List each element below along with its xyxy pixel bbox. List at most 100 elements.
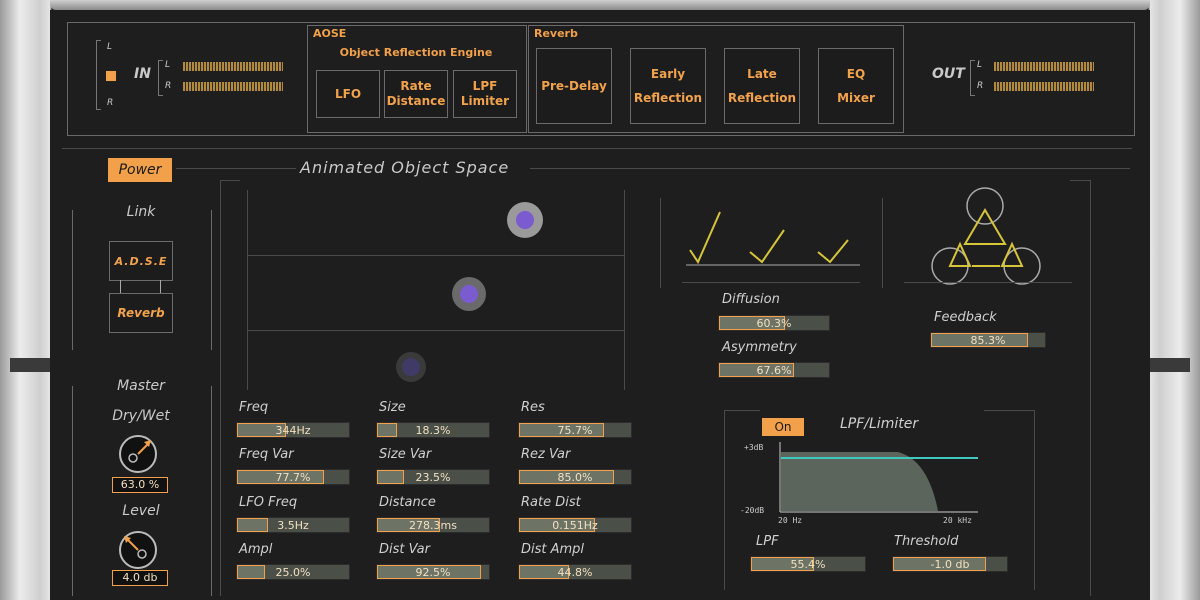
param-distance-slider[interactable]: 278.3ms	[376, 517, 490, 533]
param-ampl-label: Ampl	[239, 542, 273, 557]
link-reverb-toggle[interactable]: Reverb	[109, 293, 173, 333]
power-button-label: Power	[118, 161, 162, 178]
space-frame-left	[220, 180, 221, 596]
param-size-var-slider[interactable]: 23.5%	[376, 469, 490, 485]
input-meter-right-label: R	[165, 81, 172, 91]
param-dist-ampl-value: 44.8%	[557, 565, 593, 579]
asymmetry-label: Asymmetry	[722, 340, 797, 355]
param-freq-var-value: 77.7%	[275, 470, 311, 484]
drywet-knob[interactable]	[116, 432, 160, 476]
space-grid-row-1	[247, 255, 624, 256]
lpf-label: LPF	[756, 534, 779, 549]
rate-distance-button[interactable]: Rate Distance	[384, 70, 448, 118]
param-rate-dist-value: 0.151Hz	[552, 518, 598, 532]
output-label: OUT	[932, 66, 965, 82]
drywet-label: Dry/Wet	[112, 408, 170, 424]
param-freq-label: Freq	[239, 400, 269, 415]
param-size-label: Size	[379, 400, 406, 415]
sound-object-1[interactable]	[505, 200, 545, 240]
diffusion-value: 60.3%	[756, 316, 792, 330]
plugin-window: L R IN L R AOSE Object Reflection Engine…	[0, 0, 1200, 600]
diffusion-divider-right	[882, 198, 883, 288]
input-meter-right	[183, 82, 283, 91]
link-arrow-left	[120, 280, 121, 294]
sound-object-2[interactable]	[450, 275, 488, 313]
space-title: Animated Object Space	[300, 158, 510, 177]
param-freq-var-slider[interactable]: 77.7%	[236, 469, 350, 485]
link-title: Link	[126, 204, 156, 220]
param-freq-value: 344Hz	[275, 423, 311, 437]
input-link-toggle[interactable]	[105, 70, 117, 82]
space-grid-row-2	[247, 330, 624, 331]
link-aose-toggle[interactable]: A.D.S.E	[109, 241, 173, 281]
lpf-slider[interactable]: 55.4%	[750, 556, 866, 572]
link-aose-label: A.D.S.E	[114, 254, 168, 268]
param-lfo-freq-slider[interactable]: 3.5Hz	[236, 517, 350, 533]
param-size-var-value: 23.5%	[415, 470, 451, 484]
level-knob[interactable]	[116, 528, 160, 572]
lfo-button[interactable]: LFO	[316, 70, 380, 118]
space-frame-right	[1090, 180, 1091, 596]
param-rez-var-value: 85.0%	[557, 470, 593, 484]
threshold-slider[interactable]: -1.0 db	[892, 556, 1008, 572]
space-grid-right	[624, 190, 625, 390]
input-meter-bracket	[158, 60, 163, 96]
feedback-label: Feedback	[934, 310, 997, 325]
input-meter-left	[183, 62, 283, 71]
lpf-frame-top-right	[984, 410, 1034, 411]
output-meter-right	[994, 82, 1094, 91]
space-grid-left	[247, 190, 248, 390]
lpf-frame-left	[724, 410, 725, 590]
param-size-var-label: Size Var	[379, 447, 432, 462]
param-ampl-slider[interactable]: 25.0%	[236, 564, 350, 580]
feedback-display	[931, 187, 1041, 285]
aose-title: Object Reflection Engine	[339, 46, 493, 59]
lpf-graph-top-db: +3dB	[744, 443, 764, 452]
level-value: 4.0 db	[112, 570, 168, 586]
lpf-frame-top-left	[724, 410, 760, 411]
feedback-rule	[904, 282, 1072, 283]
input-meter-left-label: L	[165, 60, 171, 70]
late-reflection-button-label: Late Reflection	[727, 67, 797, 105]
link-reverb-label: Reverb	[117, 305, 165, 320]
output-meter-right-label: R	[977, 81, 984, 91]
param-dist-ampl-label: Dist Ampl	[521, 542, 585, 557]
param-dist-ampl-slider[interactable]: 44.8%	[518, 564, 632, 580]
param-lfo-freq-value: 3.5Hz	[277, 518, 309, 532]
param-dist-var-slider[interactable]: 92.5%	[376, 564, 490, 580]
lpf-graph-freq-low: 20 Hz	[778, 516, 803, 525]
asymmetry-slider[interactable]: 67.6%	[718, 362, 830, 378]
pre-delay-button[interactable]: Pre-Delay	[536, 48, 612, 124]
diffusion-slider[interactable]: 60.3%	[718, 315, 830, 331]
aose-tag: AOSE	[313, 27, 347, 40]
power-button[interactable]: Power	[108, 158, 172, 182]
param-size-slider[interactable]: 18.3%	[376, 422, 490, 438]
param-rate-dist-slider[interactable]: 0.151Hz	[518, 517, 632, 533]
lpf-graph-bottom-db: -20dB	[740, 506, 765, 515]
drywet-value: 63.0 %	[112, 477, 168, 493]
late-reflection-button[interactable]: Late Reflection	[724, 48, 800, 124]
input-label: IN	[134, 66, 151, 82]
param-res-slider[interactable]: 75.7%	[518, 422, 632, 438]
param-rez-var-slider[interactable]: 85.0%	[518, 469, 632, 485]
early-reflection-button[interactable]: Early Reflection	[630, 48, 706, 124]
space-frame-tr	[1070, 180, 1090, 181]
input-bracket	[96, 40, 101, 110]
eq-mixer-button[interactable]: EQ Mixer	[818, 48, 894, 124]
lpf-limiter-button[interactable]: LPF Limiter	[453, 70, 517, 118]
lpf-on-button[interactable]: On	[762, 418, 804, 436]
param-dist-var-value: 92.5%	[415, 565, 451, 579]
feedback-slider[interactable]: 85.3%	[930, 332, 1046, 348]
param-freq-slider[interactable]: 344Hz	[236, 422, 350, 438]
output-meter-left-label: L	[977, 60, 983, 70]
threshold-label: Threshold	[894, 534, 959, 549]
param-size-value: 18.3%	[415, 423, 451, 437]
asymmetry-value: 67.6%	[756, 363, 792, 377]
space-frame-tl	[220, 180, 240, 181]
reverb-tag: Reverb	[534, 27, 578, 40]
sound-object-3[interactable]	[394, 350, 428, 384]
early-reflection-button-label: Early Reflection	[633, 67, 703, 105]
output-meter-left	[994, 62, 1094, 71]
diffusion-display	[686, 211, 860, 266]
param-dist-var-label: Dist Var	[379, 542, 430, 557]
